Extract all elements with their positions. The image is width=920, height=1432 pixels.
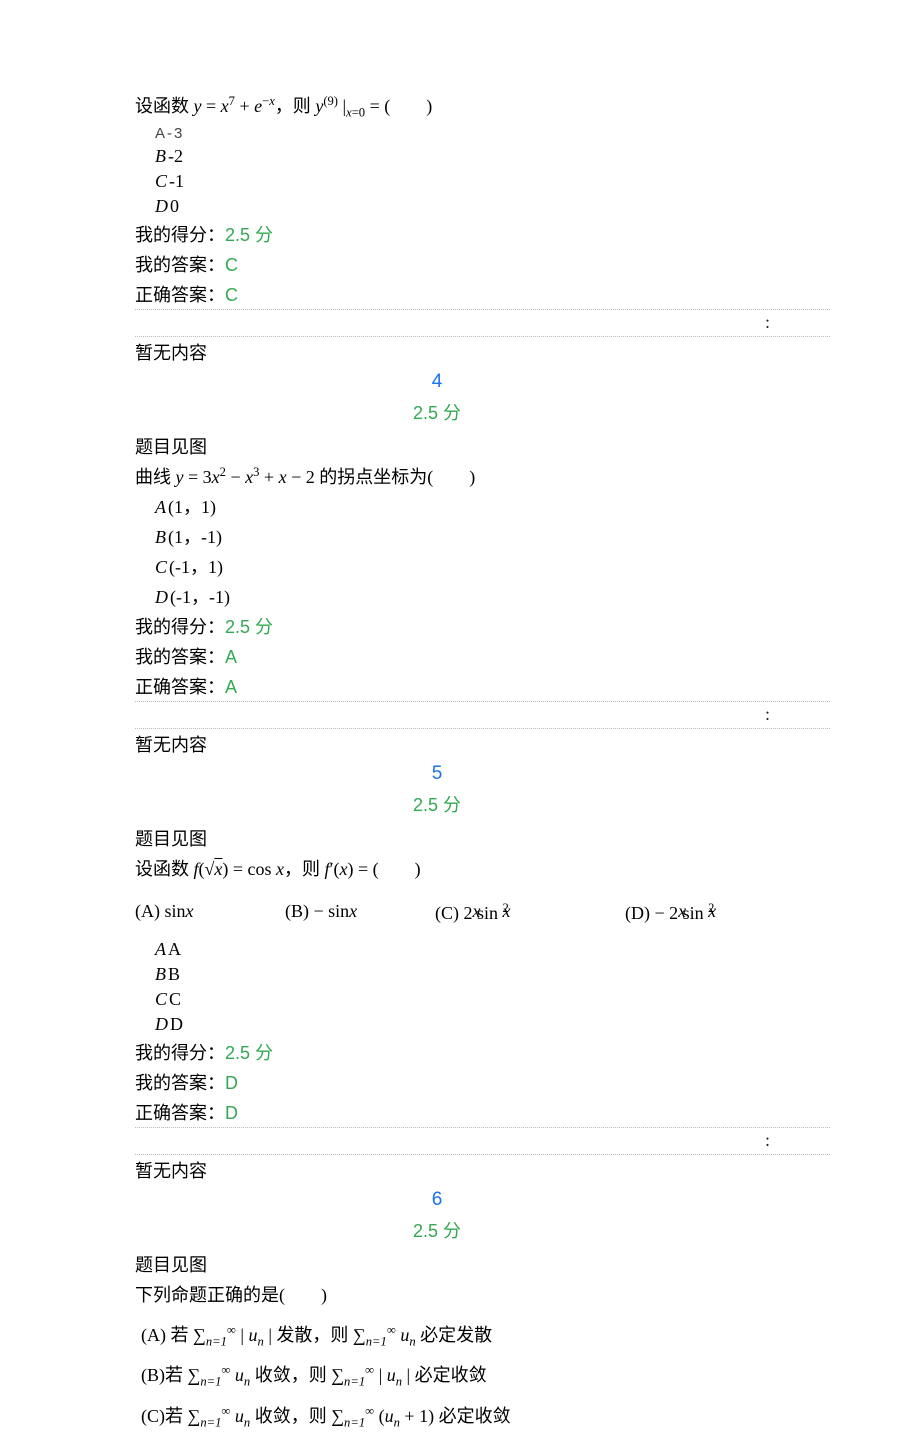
q4-option-b: B(1，-1) bbox=[135, 521, 830, 551]
q6-math-option-c: (C)若 ∑n=1∞ un 收敛，则 ∑n=1∞ (un + 1) 必定收敛 bbox=[135, 1400, 830, 1432]
q5-analysis-divider bbox=[135, 1127, 830, 1155]
q3-analysis-empty: 暂无内容 bbox=[135, 337, 830, 367]
q6-number: 6 bbox=[137, 1185, 737, 1215]
q3-option-d: D0 bbox=[135, 194, 830, 219]
q3-analysis-divider bbox=[135, 309, 830, 337]
q4-option-a: A(1，1) bbox=[135, 491, 830, 521]
q5-my-score: 我的得分：2.5 分 bbox=[135, 1037, 830, 1067]
q3-option-a: A-3 bbox=[135, 123, 830, 144]
q5-option-a: AA bbox=[135, 937, 830, 962]
q4-points: 2.5 分 bbox=[137, 397, 737, 431]
q5-correct-answer: 正确答案：D bbox=[135, 1097, 830, 1127]
q4-my-answer: 我的答案：A bbox=[135, 641, 830, 671]
q5-option-d: DD bbox=[135, 1012, 830, 1037]
q6-math-option-b: (B)若 ∑n=1∞ un 收敛，则 ∑n=1∞ | un | 必定收敛 bbox=[135, 1359, 830, 1392]
q3-my-answer: 我的答案：C bbox=[135, 249, 830, 279]
q4-stem: 曲线 y = 3x2 − x3 + x − 2 的拐点坐标为( ) bbox=[135, 461, 830, 491]
q4-analysis-empty: 暂无内容 bbox=[135, 729, 830, 759]
q4-see-img: 题目见图 bbox=[135, 431, 830, 461]
q4-my-score: 我的得分：2.5 分 bbox=[135, 611, 830, 641]
q4-option-d: D(-1，-1) bbox=[135, 581, 830, 611]
q4-analysis-divider bbox=[135, 701, 830, 729]
q4-correct-answer: 正确答案：A bbox=[135, 671, 830, 701]
q5-see-img: 题目见图 bbox=[135, 823, 830, 853]
q6-see-img: 题目见图 bbox=[135, 1249, 830, 1279]
q5-option-b: BB bbox=[135, 962, 830, 987]
q3-stem: 设函数 y = x7 + e−x，则 y(9) |x=0 = ( ) bbox=[135, 90, 830, 123]
q5-stem: 设函数 f(√x) = cos x，则 f′(x) = ( ) bbox=[135, 853, 830, 883]
q5-option-c: CC bbox=[135, 987, 830, 1012]
q5-number: 5 bbox=[137, 759, 737, 789]
q5-analysis-empty: 暂无内容 bbox=[135, 1155, 830, 1185]
q6-points: 2.5 分 bbox=[137, 1215, 737, 1249]
q4-option-c: C(-1，1) bbox=[135, 551, 830, 581]
q4-number: 4 bbox=[137, 367, 737, 397]
q5-points: 2.5 分 bbox=[137, 789, 737, 823]
q3-correct-answer: 正确答案：C bbox=[135, 279, 830, 309]
q3-option-c: C-1 bbox=[135, 169, 830, 194]
q6-math-option-a: (A) 若 ∑n=1∞ | un | 发散，则 ∑n=1∞ un 必定发散 bbox=[135, 1319, 830, 1352]
q3-option-b: B-2 bbox=[135, 144, 830, 169]
q6-stem: 下列命题正确的是( ) bbox=[135, 1279, 830, 1309]
q3-my-score: 我的得分：2.5 分 bbox=[135, 219, 830, 249]
q5-math-options: (A) sin x (B) − sin x (C) 2x sin x2 (D) … bbox=[135, 901, 830, 931]
q5-my-answer: 我的答案：D bbox=[135, 1067, 830, 1097]
